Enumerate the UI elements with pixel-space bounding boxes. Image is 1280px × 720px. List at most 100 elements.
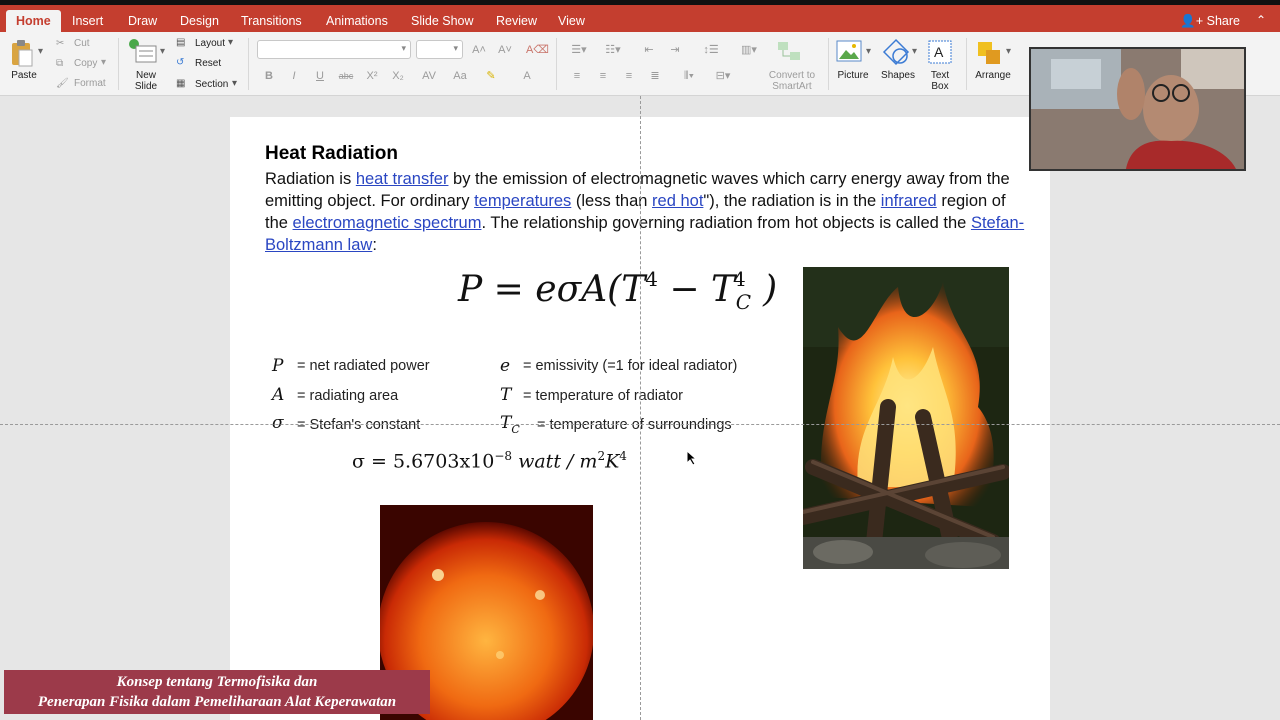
- decrease-indent-icon[interactable]: ⇤: [640, 42, 658, 58]
- sigma-kelvin-exponent: 4: [619, 449, 627, 463]
- picture-dropdown-icon[interactable]: ▾: [866, 46, 871, 57]
- italic-icon[interactable]: I: [285, 68, 303, 84]
- bold-icon[interactable]: B: [260, 68, 278, 84]
- ribbon-separator: [118, 38, 119, 90]
- font-color-icon[interactable]: A: [518, 68, 536, 84]
- new-slide-icon[interactable]: [128, 38, 158, 66]
- tab-slide-show[interactable]: Slide Show: [401, 10, 484, 32]
- section-dropdown-icon[interactable]: ▾: [232, 78, 237, 89]
- stefan-boltzmann-formula[interactable]: P = eσA(T4 − T4C): [458, 267, 777, 314]
- decrease-font-icon[interactable]: A˅: [496, 42, 514, 58]
- presenter-video-frame: [1031, 49, 1244, 169]
- section-button[interactable]: Section: [195, 79, 228, 90]
- tab-view[interactable]: View: [548, 10, 595, 32]
- def-text: = Stefan's constant: [297, 417, 421, 433]
- strikethrough-icon[interactable]: abc: [337, 68, 355, 84]
- format-painter-button[interactable]: Format: [74, 78, 106, 89]
- cut-button[interactable]: Cut: [74, 38, 90, 49]
- arrange-dropdown-icon[interactable]: ▾: [1006, 46, 1011, 57]
- shapes-dropdown-icon[interactable]: ▾: [912, 46, 917, 57]
- sigma-lhs: σ = 5.6703x10: [352, 450, 495, 473]
- numbering-icon[interactable]: ☷▾: [600, 42, 626, 58]
- sigma-unit: watt / m: [518, 450, 598, 473]
- def-text: = radiating area: [297, 388, 399, 404]
- columns-icon[interactable]: ▥▾: [734, 42, 764, 58]
- slide-paragraph[interactable]: Radiation is heat transfer by the emissi…: [265, 168, 1025, 256]
- reset-button[interactable]: Reset: [195, 58, 221, 69]
- ribbon-separator: [828, 38, 829, 90]
- smartart-icon[interactable]: [776, 40, 802, 62]
- clear-formatting-icon[interactable]: A⌫: [526, 42, 549, 58]
- tab-design[interactable]: Design: [170, 10, 229, 32]
- arrange-icon[interactable]: [976, 40, 1004, 66]
- link-temperatures[interactable]: temperatures: [474, 192, 571, 210]
- new-slide-dropdown-icon[interactable]: ▾: [160, 46, 165, 57]
- picture-label: Picture: [837, 70, 869, 81]
- collapse-ribbon-icon[interactable]: ⌃: [1256, 13, 1266, 27]
- copy-dropdown-icon[interactable]: ▾: [101, 57, 106, 68]
- share-label: Share: [1206, 14, 1240, 28]
- layout-dropdown-icon[interactable]: ▾: [228, 37, 233, 48]
- text-box-icon[interactable]: A: [928, 40, 952, 64]
- arrange-label: Arrange: [975, 70, 1011, 81]
- slide-title[interactable]: Heat Radiation: [265, 143, 398, 165]
- align-left-icon[interactable]: ≡: [568, 68, 586, 84]
- sigma-unit-exponent: 2: [597, 449, 606, 463]
- change-case-icon[interactable]: Aa: [448, 68, 472, 84]
- reset-icon: ↺: [176, 57, 185, 68]
- tab-insert[interactable]: Insert: [62, 10, 113, 32]
- align-text-icon[interactable]: ⊟▾: [710, 68, 736, 84]
- new-slide-label: New Slide: [134, 70, 158, 92]
- tab-draw[interactable]: Draw: [118, 10, 167, 32]
- line-spacing-icon[interactable]: ↕☰: [696, 42, 726, 58]
- def-text: = emissivity (=1 for ideal radiator): [523, 358, 738, 374]
- def-text: = net radiated power: [297, 358, 430, 374]
- def-symbol: P: [272, 356, 284, 376]
- increase-indent-icon[interactable]: ⇥: [666, 42, 684, 58]
- chevron-down-icon: ▾: [453, 43, 458, 53]
- justify-icon[interactable]: ≣: [646, 68, 664, 84]
- chevron-down-icon: ▾: [401, 43, 406, 53]
- svg-text:A: A: [934, 44, 944, 60]
- tab-transitions[interactable]: Transitions: [231, 10, 312, 32]
- paste-icon[interactable]: [10, 38, 34, 68]
- ribbon-separator: [966, 38, 967, 90]
- text-box-label: Text Box: [930, 70, 950, 92]
- copy-button[interactable]: Copy: [74, 58, 97, 69]
- stefan-constant-value: σ = 5.6703x10−8 watt / m2K4: [352, 449, 627, 472]
- bullets-icon[interactable]: ☰▾: [566, 42, 592, 58]
- para-text: "), the radiation is in the: [703, 192, 881, 210]
- layout-button[interactable]: Layout: [195, 38, 225, 49]
- link-red-hot[interactable]: red hot: [652, 192, 703, 210]
- ribbon-tab-bar: Home Insert Draw Design Transitions Anim…: [0, 5, 1280, 32]
- highlight-icon[interactable]: ✎: [482, 68, 500, 84]
- paste-label: Paste: [11, 70, 37, 81]
- superscript-icon[interactable]: X²: [363, 68, 381, 84]
- increase-font-icon[interactable]: A˄: [470, 42, 488, 58]
- shapes-icon[interactable]: [882, 38, 910, 66]
- convert-smartart-label: Convert to SmartArt: [768, 70, 816, 92]
- tab-animations[interactable]: Animations: [316, 10, 398, 32]
- link-heat-transfer[interactable]: heat transfer: [356, 170, 449, 188]
- paste-dropdown-icon[interactable]: ▾: [38, 46, 43, 57]
- campfire-image[interactable]: [803, 267, 1009, 569]
- text-direction-icon[interactable]: ⫴▾: [676, 68, 702, 84]
- tab-home[interactable]: Home: [6, 10, 61, 32]
- link-infrared[interactable]: infrared: [881, 192, 937, 210]
- def-text: = temperature of radiator: [523, 388, 683, 404]
- character-spacing-icon[interactable]: AV: [417, 68, 441, 84]
- align-right-icon[interactable]: ≡: [620, 68, 638, 84]
- def-symbol: σ: [272, 413, 284, 433]
- tab-review[interactable]: Review: [486, 10, 547, 32]
- def-symbol: e: [500, 356, 511, 376]
- subscript-icon[interactable]: X₂: [389, 68, 407, 84]
- font-name-dropdown[interactable]: ▾: [257, 40, 411, 59]
- add-person-icon: 👤+: [1180, 14, 1204, 28]
- link-electromagnetic-spectrum[interactable]: electromagnetic spectrum: [293, 214, 482, 232]
- picture-icon[interactable]: [836, 40, 864, 64]
- share-button[interactable]: 👤+ Share: [1180, 14, 1240, 29]
- font-size-dropdown[interactable]: ▾: [416, 40, 463, 59]
- sigma-kelvin: K: [605, 450, 620, 473]
- align-center-icon[interactable]: ≡: [594, 68, 612, 84]
- underline-icon[interactable]: U: [311, 68, 329, 84]
